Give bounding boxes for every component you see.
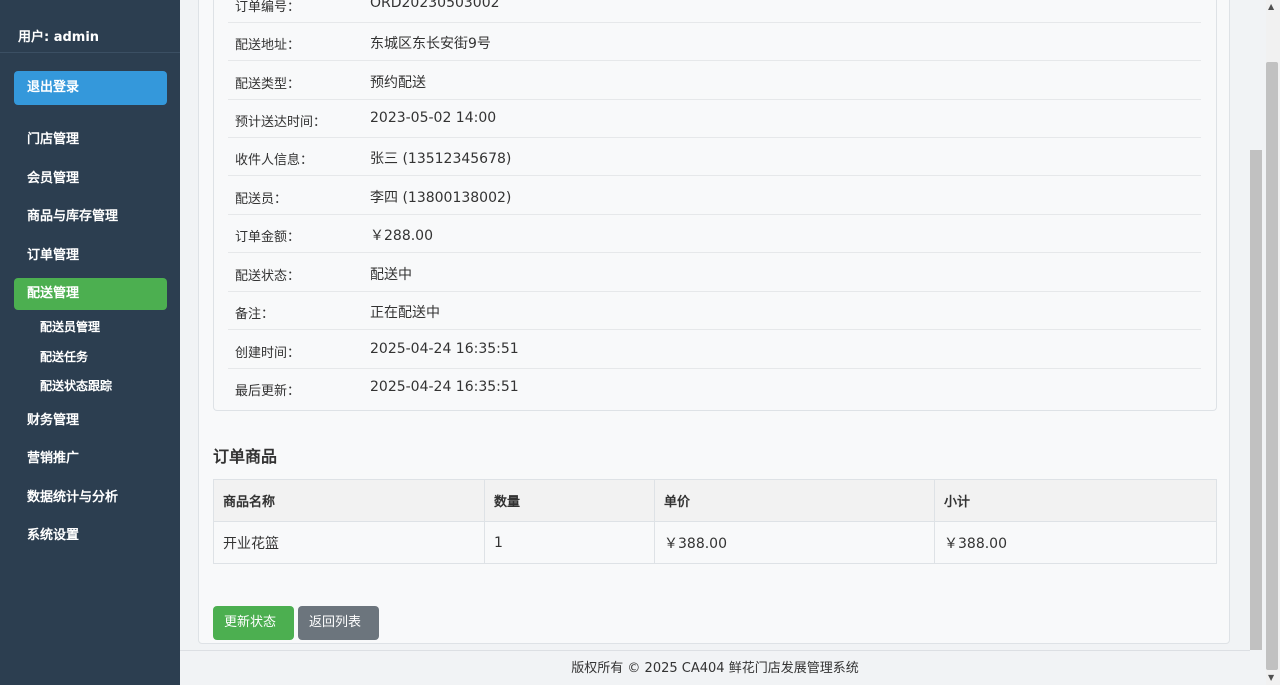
info-value: 正在配送中 [370, 305, 440, 321]
order-items-table: 商品名称 数量 单价 小计 开业花篮 1 ￥388.00 ￥388.00 [213, 479, 1217, 564]
sidebar-item-products[interactable]: 商品与库存管理 [14, 201, 167, 233]
info-value: 2025-04-24 16:35:51 [370, 379, 519, 395]
info-row-notes: 备注： 正在配送中 [228, 292, 1201, 330]
table-header-row: 商品名称 数量 单价 小计 [213, 479, 1217, 522]
info-row-status: 配送状态： 配送中 [228, 254, 1201, 292]
info-row-address: 配送地址： 东城区东长安街9号 [228, 23, 1201, 61]
info-row-created: 创建时间： 2025-04-24 16:35:51 [228, 331, 1201, 369]
info-label: 预计送达时间： [235, 115, 327, 130]
info-label: 订单金额： [235, 230, 301, 245]
column-header-subtotal: 小计 [934, 479, 1217, 522]
scroll-down-arrow-icon[interactable]: ▼ [1268, 674, 1274, 682]
info-value: ORD20230503002 [370, 0, 500, 11]
info-label: 创建时间： [235, 346, 301, 361]
info-label: 配送状态： [235, 269, 301, 284]
info-value: 2023-05-02 14:00 [370, 110, 497, 126]
sidebar-item-members[interactable]: 会员管理 [14, 163, 167, 195]
info-label: 配送类型： [235, 77, 301, 92]
info-value: 东城区东长安街9号 [370, 36, 491, 52]
page-scrollbar[interactable]: ▲ ▼ [1250, 0, 1280, 685]
sidebar-subitem-tasks[interactable]: 配送任务 [40, 348, 88, 365]
sidebar-item-stores[interactable]: 门店管理 [14, 124, 167, 156]
info-label: 最后更新： [235, 384, 301, 399]
info-value: 李四 (13800138002) [370, 190, 512, 206]
info-label: 收件人信息： [235, 153, 314, 168]
order-detail-panel: 订单编号： ORD20230503002 配送地址： 东城区东长安街9号 配送类… [198, 0, 1230, 644]
scrollbar-thumb[interactable] [1266, 62, 1278, 670]
logout-button[interactable]: 退出登录 [14, 71, 167, 105]
column-header-quantity: 数量 [484, 479, 655, 522]
info-value: 配送中 [370, 267, 412, 283]
column-header-unit-price: 单价 [654, 479, 935, 522]
sidebar-subitem-tracking[interactable]: 配送状态跟踪 [40, 377, 112, 394]
table-row: 开业花篮 1 ￥388.00 ￥388.00 [213, 521, 1217, 564]
cell-quantity: 1 [484, 521, 655, 564]
sidebar-item-marketing[interactable]: 营销推广 [14, 443, 167, 475]
info-row-delivery-type: 配送类型： 预约配送 [228, 62, 1201, 100]
column-header-product: 商品名称 [213, 479, 485, 522]
copyright-text: 版权所有 © 2025 CA404 鲜花门店发展管理系统 [571, 661, 859, 676]
info-row-order-no: 订单编号： ORD20230503002 [228, 0, 1201, 23]
sidebar-divider [0, 52, 180, 53]
info-label: 配送员： [235, 192, 288, 207]
info-row-eta: 预计送达时间： 2023-05-02 14:00 [228, 100, 1201, 138]
sidebar-item-settings[interactable]: 系统设置 [14, 520, 167, 552]
info-row-recipient: 收件人信息： 张三 (13512345678) [228, 138, 1201, 176]
cell-subtotal: ￥388.00 [934, 521, 1217, 564]
info-label: 订单编号： [235, 0, 301, 15]
sidebar: 用户: admin 退出登录 门店管理 会员管理 商品与库存管理 订单管理 配送… [0, 0, 180, 685]
info-value: 张三 (13512345678) [370, 151, 512, 167]
order-info-box: 订单编号： ORD20230503002 配送地址： 东城区东长安街9号 配送类… [213, 0, 1217, 411]
cell-unit-price: ￥388.00 [654, 521, 935, 564]
sidebar-item-orders[interactable]: 订单管理 [14, 240, 167, 272]
info-row-amount: 订单金额： ￥288.00 [228, 215, 1201, 253]
info-value: 预约配送 [370, 75, 426, 91]
user-label: 用户: admin [18, 30, 100, 45]
info-label: 配送地址： [235, 38, 301, 53]
sidebar-item-finance[interactable]: 财务管理 [14, 405, 167, 437]
sidebar-subitem-couriers[interactable]: 配送员管理 [40, 318, 100, 335]
main-content: 订单编号： ORD20230503002 配送地址： 东城区东长安街9号 配送类… [180, 0, 1250, 650]
back-to-list-button[interactable]: 返回列表 [298, 606, 379, 640]
order-items-title: 订单商品 [213, 447, 278, 466]
info-row-updated: 最后更新： 2025-04-24 16:35:51 [228, 369, 1201, 407]
info-label: 备注： [235, 307, 275, 322]
info-row-courier: 配送员： 李四 (13800138002) [228, 177, 1201, 215]
footer: 版权所有 © 2025 CA404 鲜花门店发展管理系统 [180, 650, 1250, 685]
sidebar-item-analytics[interactable]: 数据统计与分析 [14, 482, 167, 514]
sidebar-item-delivery[interactable]: 配送管理 [14, 278, 167, 310]
info-value: ￥288.00 [370, 228, 433, 244]
scroll-up-arrow-icon[interactable]: ▲ [1268, 3, 1274, 11]
update-status-button[interactable]: 更新状态 [213, 606, 294, 640]
info-value: 2025-04-24 16:35:51 [370, 341, 519, 357]
cell-product: 开业花篮 [213, 521, 485, 564]
